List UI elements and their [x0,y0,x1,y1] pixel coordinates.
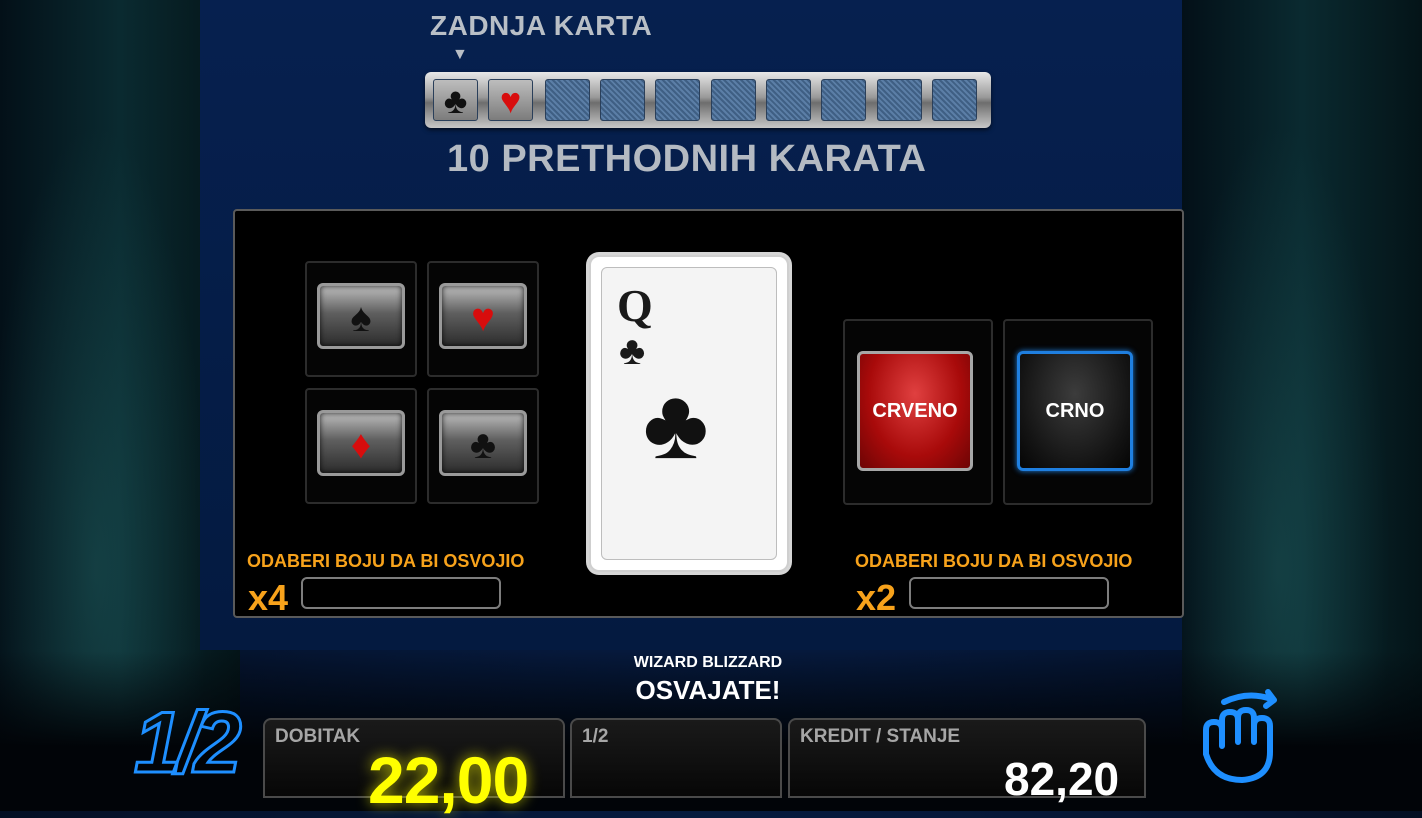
color-multiplier: x2 [856,577,897,618]
club-button[interactable]: ♣ [439,410,527,476]
previous-cards-label: 10 PRETHODNIH KARATA [447,138,927,180]
clubs-icon: ♣ [443,80,468,121]
history-card-empty [877,79,922,121]
suit-cell-club: ♣ [427,388,539,504]
suit-cell-heart: ♥ [427,261,539,377]
suit-multiplier: x4 [248,577,289,618]
half-gamble-icon[interactable]: 1/2 [133,694,244,793]
arrow-down-icon: ▼ [452,46,468,63]
credit-label: KREDIT / STANJE [800,726,961,747]
history-card-empty [821,79,866,121]
history-card-hearts: ♥ [488,79,533,121]
half-label: 1/2 [582,726,609,747]
history-card-empty [711,79,756,121]
last-card-label: ZADNJA KARTA [430,10,653,41]
spade-icon: ♠ [350,296,372,340]
suit-cell-spade: ♠ [305,261,417,377]
suit-win-box [301,577,501,609]
hearts-icon: ♥ [499,80,522,121]
color-win-box [909,577,1109,609]
heart-button[interactable]: ♥ [439,283,527,349]
win-value: 22,00 [368,743,529,817]
credit-value: 82,20 [1004,753,1120,805]
hand-icon[interactable] [1194,682,1286,788]
current-card: Q ♣ ♣ [589,255,789,572]
history-card-clubs: ♣ [433,79,478,121]
color-hint: ODABERI BOJU DA BI OSVOJIO [855,551,1133,571]
suit-hint: ODABERI BOJU DA BI OSVOJIO [247,551,525,571]
card-suit-small-icon: ♣ [619,329,646,373]
game-name: WIZARD BLIZZARD [633,654,783,671]
color-cell-black: CRNO [1003,319,1153,505]
suit-cell-diamond: ♦ [305,388,417,504]
history-card-empty [600,79,645,121]
history-card-empty [545,79,590,121]
win-label: DOBITAK [275,726,361,747]
history-card-empty [932,79,977,121]
history-card-empty [655,79,700,121]
club-icon: ♣ [469,423,497,467]
card-suit-big-icon: ♣ [643,368,709,480]
spade-button[interactable]: ♠ [317,283,405,349]
card-rank: Q [617,280,653,331]
black-button[interactable]: CRNO [1017,351,1133,471]
history-card-empty [766,79,811,121]
diamond-icon: ♦ [350,423,372,467]
color-cell-red: CRVENO [843,319,993,505]
game-status: OSVAJATE! [635,675,781,705]
red-button[interactable]: CRVENO [857,351,973,471]
heart-icon: ♥ [471,296,495,340]
card-history-bar: ♣ ♥ [425,72,991,128]
half-box: 1/2 [570,718,782,798]
diamond-button[interactable]: ♦ [317,410,405,476]
